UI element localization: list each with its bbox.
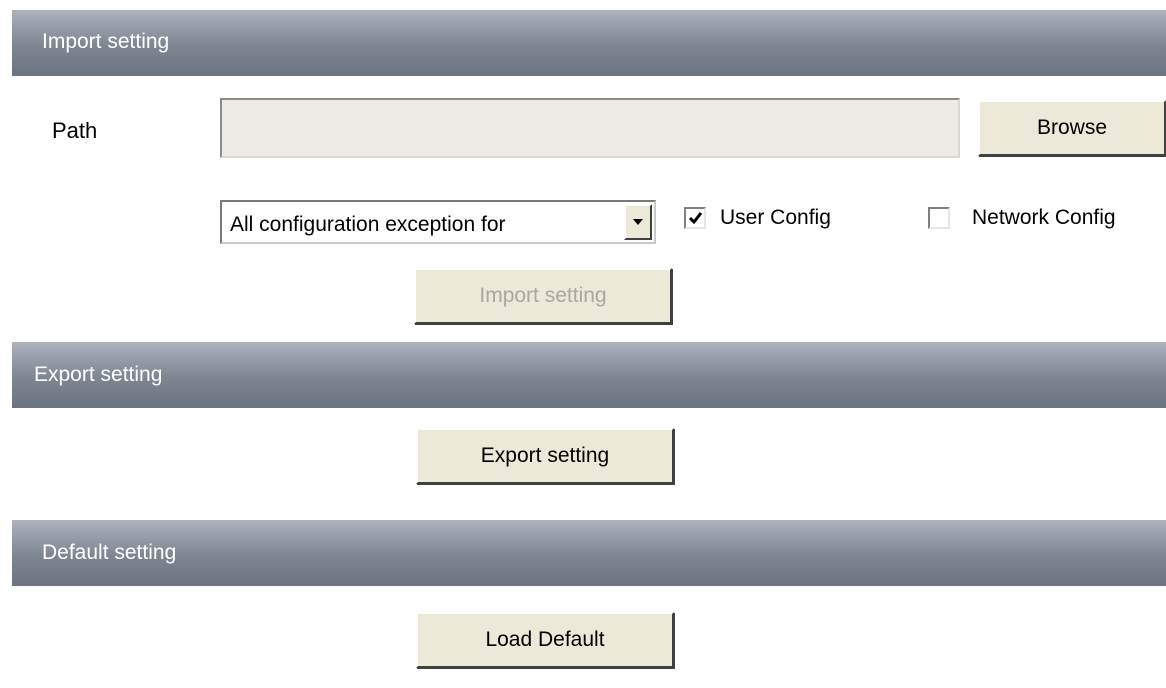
- load-default-button[interactable]: Load Default: [416, 612, 674, 668]
- user-config-option[interactable]: User Config: [684, 206, 831, 230]
- user-config-label: User Config: [720, 206, 831, 229]
- path-input[interactable]: [220, 98, 960, 158]
- export-section-title: Export setting: [34, 363, 163, 386]
- chevron-down-icon[interactable]: [624, 204, 652, 240]
- export-setting-button[interactable]: Export setting: [416, 428, 674, 484]
- network-config-option[interactable]: Network Config: [928, 206, 1116, 230]
- import-section-title: Import setting: [42, 30, 170, 53]
- network-config-checkbox[interactable]: [928, 207, 950, 229]
- user-config-checkbox[interactable]: [684, 207, 706, 229]
- checkmark-icon: [688, 212, 703, 225]
- import-section-header: Import setting: [12, 10, 1166, 76]
- network-config-label: Network Config: [972, 206, 1116, 229]
- import-setting-button[interactable]: Import setting: [414, 268, 672, 324]
- default-section-title: Default setting: [42, 541, 177, 564]
- browse-button[interactable]: Browse: [978, 100, 1166, 156]
- config-mode-selected-value: All configuration exception for: [230, 213, 506, 236]
- path-label: Path: [52, 118, 98, 143]
- config-mode-select[interactable]: All configuration exception for: [220, 200, 656, 244]
- export-section-header: Export setting: [12, 342, 1166, 408]
- default-section-header: Default setting: [12, 520, 1166, 586]
